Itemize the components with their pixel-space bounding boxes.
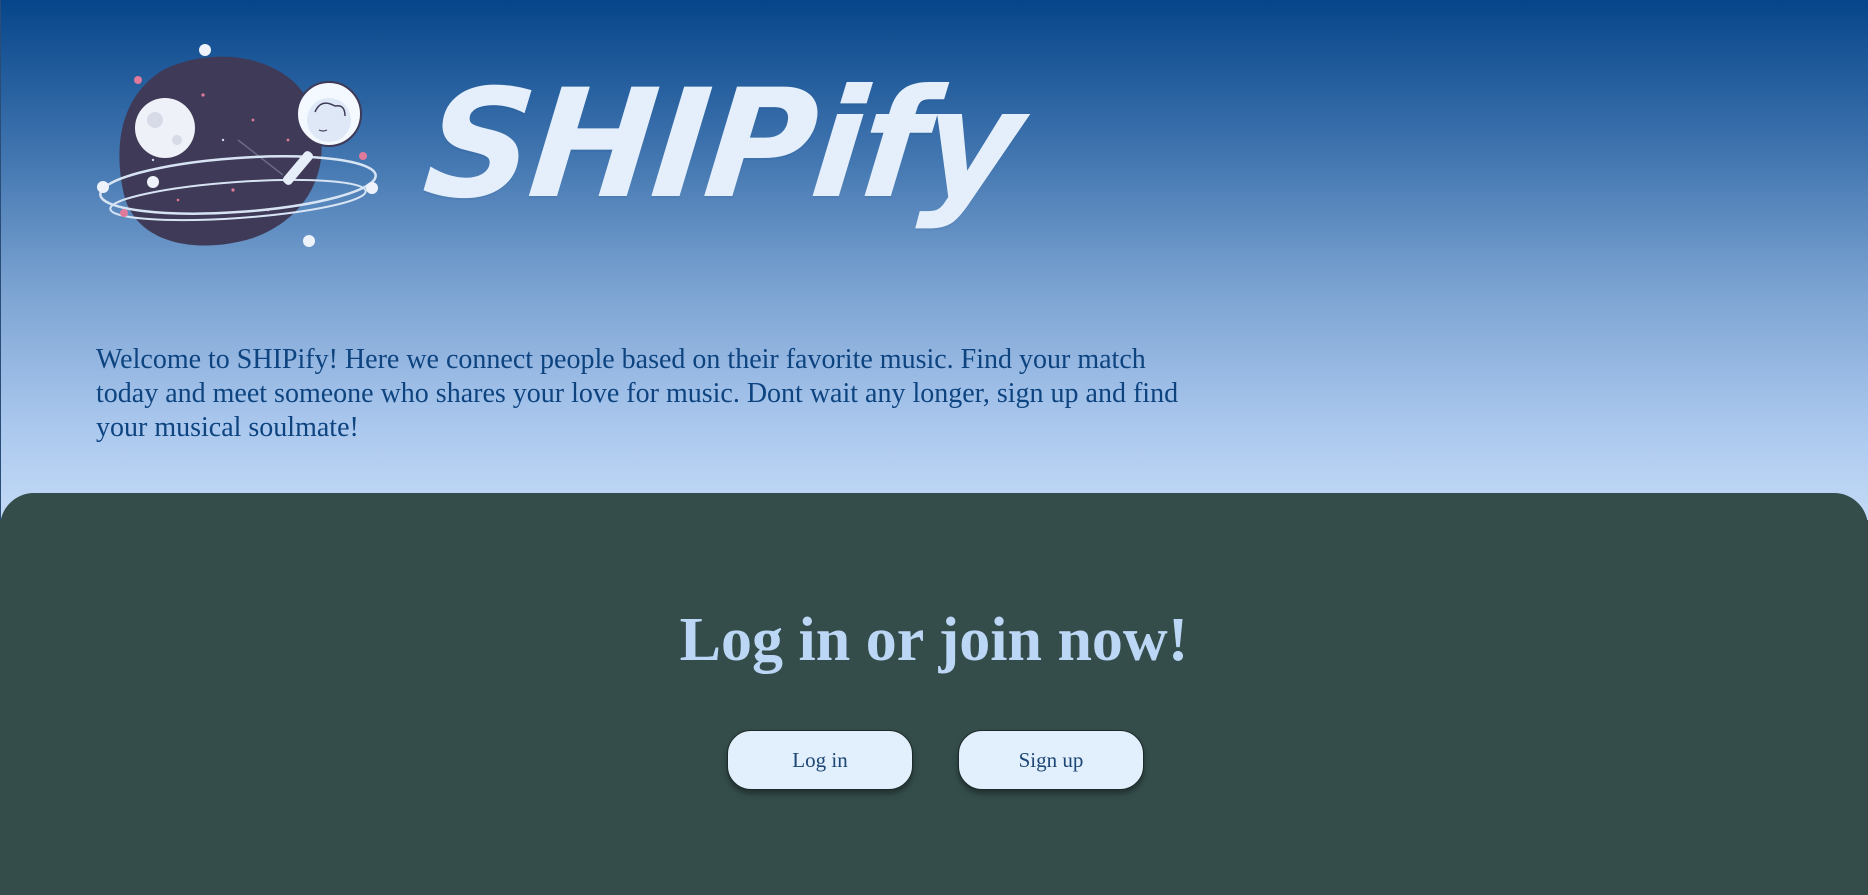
planet-astronaut-icon — [97, 44, 378, 247]
signup-button[interactable]: Sign up — [958, 730, 1144, 790]
cta-heading: Log in or join now! — [679, 606, 1189, 674]
hero-section: SHIPify Welcome to SHIPify! Here we conn… — [0, 0, 1868, 520]
login-button[interactable]: Log in — [727, 730, 913, 790]
brand-title: SHIPify — [416, 58, 1028, 232]
auth-panel — [0, 493, 1868, 895]
intro-text: Welcome to SHIPify! Here we connect peop… — [96, 344, 1179, 443]
